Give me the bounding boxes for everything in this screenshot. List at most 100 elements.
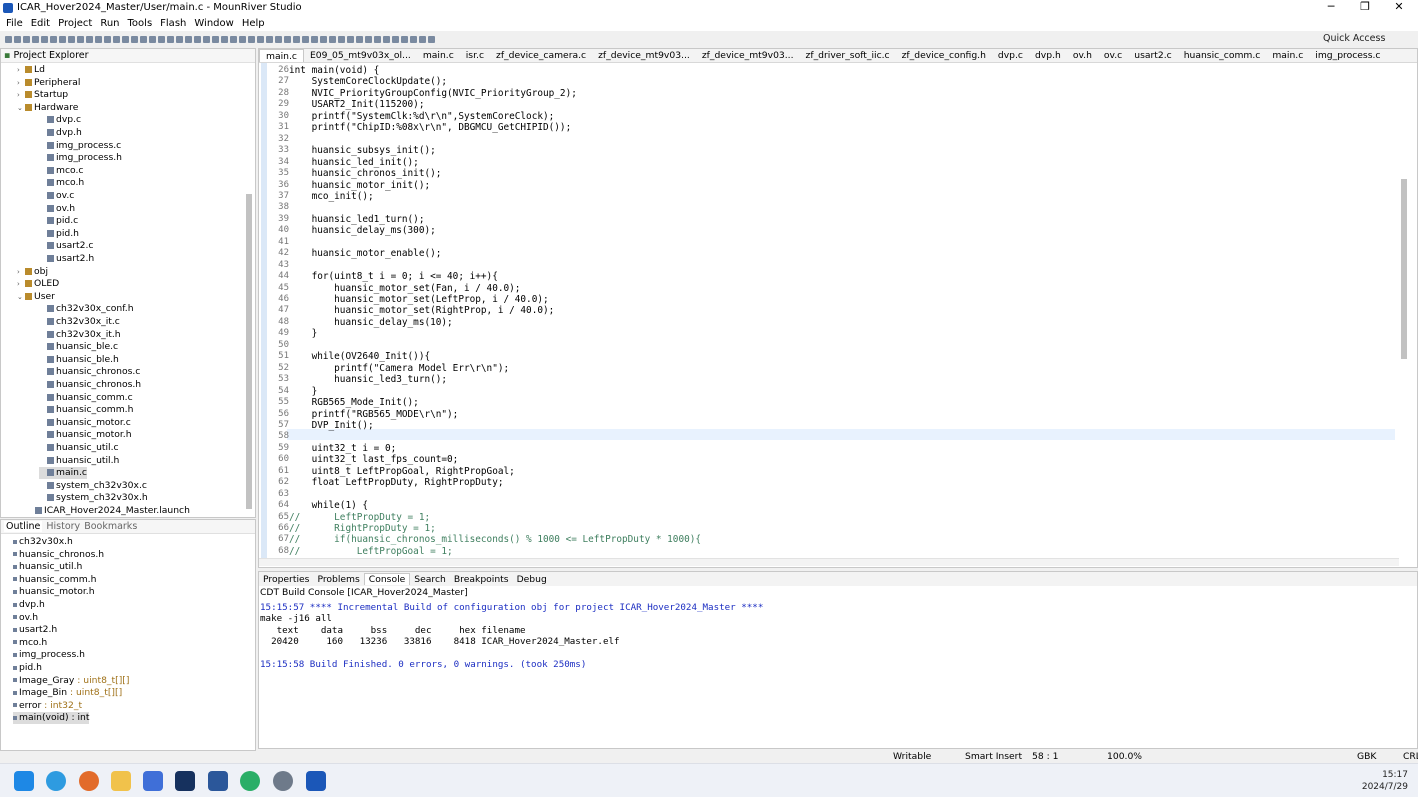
tree-file[interactable]: system_ch32v30x.c — [39, 480, 147, 492]
toolbar-button-icon[interactable] — [59, 35, 66, 43]
toolbar-button-icon[interactable] — [347, 35, 354, 43]
code-line[interactable]: huansic_delay_ms(10); — [289, 317, 453, 328]
toolbar-button-icon[interactable] — [284, 35, 291, 43]
tree-file[interactable]: ov.c — [39, 190, 74, 202]
toolbar-button-icon[interactable] — [374, 35, 381, 43]
code-line[interactable]: huansic_motor_set(LeftProp, i / 40.0); — [289, 294, 549, 305]
code-line[interactable]: // RightPropDuty = 1; — [289, 523, 436, 534]
code-line[interactable]: huansic_motor_init(); — [289, 180, 431, 191]
wechat-icon[interactable] — [240, 771, 260, 791]
toolbar-button-icon[interactable] — [149, 35, 156, 43]
outline-item[interactable]: huansic_util.h — [13, 561, 82, 573]
toolbar-button-icon[interactable] — [23, 35, 30, 43]
tree-file[interactable]: huansic_motor.c — [39, 417, 131, 429]
editor-tab[interactable]: main.c — [417, 49, 460, 62]
code-line[interactable]: SystemCoreClockUpdate(); — [289, 76, 447, 87]
outline-item[interactable]: Image_Bin : uint8_t[][] — [13, 687, 122, 699]
editor-tab[interactable]: zf_device_mt9v03... — [696, 49, 800, 62]
menu-window[interactable]: Window — [190, 18, 237, 29]
code-line[interactable]: while(1) { — [289, 500, 368, 511]
toolbar-button-icon[interactable] — [68, 35, 75, 43]
file-explorer-icon[interactable] — [111, 771, 131, 791]
expand-arrow-icon[interactable]: ⌄ — [17, 291, 25, 303]
tab-breakpoints[interactable]: Breakpoints — [450, 574, 513, 585]
toolbar-button-icon[interactable] — [104, 35, 111, 43]
toolbar-button-icon[interactable] — [320, 35, 327, 43]
toolbar-button-icon[interactable] — [122, 35, 129, 43]
toolbar-button-icon[interactable] — [401, 35, 408, 43]
outline-item[interactable]: dvp.h — [13, 599, 45, 611]
outline-item[interactable]: main(void) : int — [13, 712, 90, 725]
tree-folder-peripheral[interactable]: › Peripheral — [17, 77, 80, 89]
tree-file[interactable]: ov.h — [39, 203, 75, 215]
toolbar-button-icon[interactable] — [257, 35, 264, 43]
tree-folder-oled[interactable]: › OLED — [17, 278, 59, 290]
outline-item[interactable]: huansic_comm.h — [13, 574, 96, 586]
tree-file[interactable]: huansic_ble.h — [39, 354, 119, 366]
tab-debug[interactable]: Debug — [513, 574, 551, 585]
tree-file[interactable]: img_process.c — [39, 140, 121, 152]
outline-item[interactable]: ch32v30x.h — [13, 536, 73, 548]
tree-file[interactable]: img_process.h — [39, 152, 122, 164]
mounriver-studio-icon[interactable] — [306, 771, 326, 791]
search-app-icon[interactable] — [79, 771, 99, 791]
tree-file[interactable]: huansic_util.c — [39, 442, 119, 454]
code-line[interactable]: uint8_t LeftPropGoal, RightPropGoal; — [289, 466, 515, 477]
word-icon[interactable] — [208, 771, 228, 791]
collapse-arrow-icon[interactable]: › — [17, 278, 25, 290]
code-line[interactable]: huansic_led1_turn(); — [289, 214, 425, 225]
editor-horizontal-scrollbar[interactable] — [259, 558, 1399, 566]
code-line[interactable]: // LeftPropDuty = 1; — [289, 512, 430, 523]
settings-icon[interactable] — [273, 771, 293, 791]
toolbar-button-icon[interactable] — [428, 35, 435, 43]
code-area[interactable]: 26 int main(void) {27 SystemCoreClockUpda… — [259, 63, 1418, 558]
code-line[interactable]: DVP_Init(); — [289, 420, 374, 431]
tree-file[interactable]: ICAR_Hover2024_Master.launch — [27, 505, 190, 517]
quick-access-field[interactable]: Quick Access — [1323, 33, 1385, 44]
close-button[interactable]: ✕ — [1382, 0, 1416, 15]
toolbar-button-icon[interactable] — [302, 35, 309, 43]
toolbar-button-icon[interactable] — [185, 35, 192, 43]
menu-flash[interactable]: Flash — [156, 18, 190, 29]
toolbar-button-icon[interactable] — [419, 35, 426, 43]
store-icon[interactable] — [143, 771, 163, 791]
code-line[interactable]: // if(huansic_chronos_milliseconds() % 1… — [289, 534, 701, 545]
toolbar-button-icon[interactable] — [131, 35, 138, 43]
tree-file[interactable]: system_ch32v30x.h — [39, 492, 148, 504]
code-line[interactable]: for(uint8_t i = 0; i <= 40; i++){ — [289, 271, 498, 282]
edge-icon[interactable] — [46, 771, 66, 791]
tree-folder-startup[interactable]: › Startup — [17, 89, 68, 101]
tree-file[interactable]: mco.c — [39, 165, 83, 177]
tree-file[interactable]: huansic_util.h — [39, 455, 119, 467]
code-line[interactable]: printf("Camera Model Err\r\n"); — [289, 363, 509, 374]
tree-folder-obj[interactable]: › obj — [17, 266, 48, 278]
editor-tab[interactable]: zf_device_mt9v03... — [592, 49, 696, 62]
tree-file[interactable]: huansic_chronos.c — [39, 366, 140, 378]
code-line[interactable]: uint32_t last_fps_count=0; — [289, 454, 459, 465]
menu-project[interactable]: Project — [54, 18, 96, 29]
toolbar-button-icon[interactable] — [32, 35, 39, 43]
project-explorer-scrollbar[interactable] — [246, 194, 252, 509]
tree-folder-hardware[interactable]: ⌄ Hardware — [17, 102, 78, 114]
tab-history[interactable]: History — [46, 521, 80, 532]
collapse-arrow-icon[interactable]: › — [17, 89, 25, 101]
code-line[interactable]: uint32_t i = 0; — [289, 443, 397, 454]
collapse-arrow-icon[interactable]: › — [17, 77, 25, 89]
toolbar-button-icon[interactable] — [140, 35, 147, 43]
tab-search[interactable]: Search — [410, 574, 450, 585]
system-clock[interactable]: 15:17 2024/7/29 — [1362, 769, 1408, 793]
toolbar-button-icon[interactable] — [113, 35, 120, 43]
tree-file[interactable]: mco.h — [39, 177, 84, 189]
code-line[interactable]: USART2_Init(115200); — [289, 99, 425, 110]
outline-item[interactable]: ov.h — [13, 612, 38, 624]
toolbar-button-icon[interactable] — [356, 35, 363, 43]
tree-file[interactable]: usart2.h — [39, 253, 94, 265]
outline-item[interactable]: error : int32_t — [13, 700, 82, 712]
menu-help[interactable]: Help — [238, 18, 269, 29]
editor-tab[interactable]: main.c — [259, 49, 304, 62]
toolbar-button-icon[interactable] — [86, 35, 93, 43]
outline-item[interactable]: img_process.h — [13, 649, 85, 661]
tree-folder-user[interactable]: ⌄ User — [17, 291, 55, 303]
tree-file[interactable]: ch32v30x_it.c — [39, 316, 120, 328]
code-line[interactable]: } — [289, 386, 318, 397]
